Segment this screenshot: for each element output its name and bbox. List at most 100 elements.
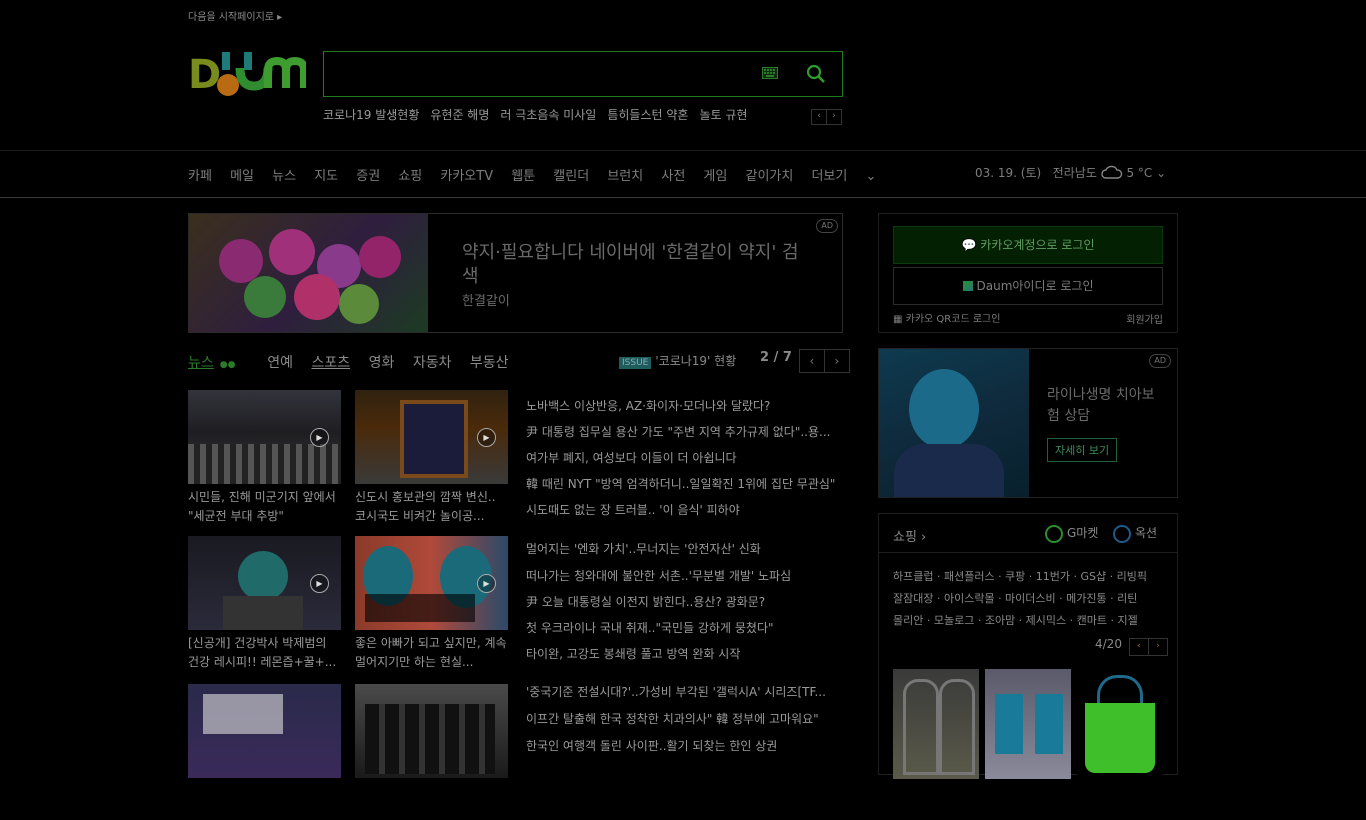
- thumb-caption: 시민들, 진해 미군기지 앞에서 "세균전 부대 추방": [188, 490, 336, 523]
- weather-region: 전라남도: [1052, 166, 1097, 180]
- nav-item-calendar[interactable]: 캘린더: [553, 169, 589, 184]
- nav-item-mail[interactable]: 메일: [230, 169, 254, 184]
- headline-link[interactable]: 여가부 폐지, 여성보다 이들이 더 아쉽니다: [526, 449, 841, 466]
- qr-login-link[interactable]: ▦ 카카오 QR코드 로그인: [893, 310, 1000, 325]
- thumb-image: [188, 684, 341, 778]
- ad-insurance[interactable]: 라이나생명 치아보험 상담 자세히 보기 AD: [878, 348, 1178, 498]
- gmarket-link[interactable]: G마켓: [1045, 524, 1098, 543]
- play-icon: ▶: [310, 574, 329, 593]
- headline-link[interactable]: '중국기준 전설시대?'..가성비 부각된 '갤럭시A' 시리즈[TF...: [526, 683, 841, 700]
- play-icon: ▶: [477, 428, 496, 447]
- headline-link[interactable]: 尹 대통령 집무실 용산 가도 "주변 지역 추가규제 없다"..용...: [526, 423, 841, 440]
- trending-keyword[interactable]: 놀토 규현: [699, 108, 747, 122]
- ad-subtitle: 한결같이: [462, 294, 510, 309]
- trending-prev-button[interactable]: ‹: [811, 109, 827, 125]
- news-prev-button[interactable]: ‹: [798, 349, 825, 373]
- tab-car[interactable]: 자동차: [413, 355, 452, 371]
- news-thumb[interactable]: [188, 684, 341, 820]
- ad-banner[interactable]: 약지·필요합니다 네이버에 '한결같이 약지' 검색 한결같이 AD: [188, 213, 843, 333]
- daum-login-label: Daum아이디로 로그인: [976, 279, 1094, 293]
- cloud-icon: [1100, 165, 1123, 180]
- trending-keyword[interactable]: 유현준 해명: [430, 108, 489, 122]
- trending-nav: ‹ ›: [811, 107, 842, 125]
- gmarket-label: G마켓: [1067, 526, 1099, 540]
- daum-logo-svg: D: [188, 52, 308, 98]
- ad-details-button[interactable]: 자세히 보기: [1047, 438, 1118, 462]
- thumb-image: ▶: [188, 390, 341, 484]
- qr-code-icon: ▦: [893, 314, 906, 325]
- news-thumb[interactable]: ▶ 신도시 홍보관의 깜짝 변신.. 코시국도 비켜간 놀이공...: [355, 390, 508, 526]
- shopping-box: 쇼핑 › G마켓 옥션 하프클럽 · 패션플러스 · 쿠팡 · 11번가 · G…: [878, 513, 1178, 779]
- news-thumb[interactable]: ▶ 좋은 아빠가 되고 싶지만, 계속 멀어지기만 하는 현실...: [355, 536, 508, 672]
- news-next-button[interactable]: ›: [823, 349, 850, 373]
- auction-link[interactable]: 옥션: [1113, 524, 1157, 543]
- issue-link[interactable]: ISSUE '코로나19' 현황: [619, 352, 736, 369]
- shop-product-image[interactable]: [1077, 669, 1163, 779]
- shop-pager: 4/20 ‹ ›: [1095, 637, 1168, 656]
- weather-widget[interactable]: 03. 19. (토) 전라남도 5 °C ⌄: [975, 164, 1166, 181]
- trending-keyword[interactable]: 러 극초음속 미사일: [500, 108, 596, 122]
- nav-item-more[interactable]: 더보기 ⌄: [811, 169, 890, 184]
- headline-link[interactable]: 타이완, 고강도 봉쇄령 풀고 방역 완화 시작: [526, 645, 841, 662]
- search-icon[interactable]: [806, 64, 826, 87]
- keyboard-icon[interactable]: [762, 67, 778, 82]
- nav-item-dictionary[interactable]: 사전: [661, 169, 685, 184]
- trending-next-button[interactable]: ›: [826, 109, 842, 125]
- headline-link[interactable]: 멀어지는 '엔화 가치'..무너지는 '안전자산' 신화: [526, 540, 841, 557]
- trending-keyword[interactable]: 틈히들스턴 약혼: [607, 108, 688, 122]
- issue-text: '코로나19' 현황: [655, 354, 737, 368]
- shop-links-row[interactable]: 잘잠대장 · 아이스락몰 · 마이더스비 · 메가진통 · 리틴: [893, 590, 1168, 606]
- play-icon: ▶: [310, 428, 329, 447]
- nav-item-kakaotv[interactable]: 카카오TV: [440, 169, 493, 184]
- tab-realestate[interactable]: 부동산: [470, 355, 509, 371]
- kakao-login-label: 카카오계정으로 로그인: [980, 238, 1095, 252]
- shop-product-image[interactable]: [985, 669, 1071, 779]
- shopping-title-link[interactable]: 쇼핑 ›: [893, 526, 926, 545]
- tab-sports[interactable]: 스포츠: [312, 355, 351, 371]
- news-thumb[interactable]: ▶ [신공개] 건강박사 박제범의 건강 레시피!! 레몬즙+꿀+...: [188, 536, 341, 672]
- shop-links-row[interactable]: 몰리안 · 모놀로그 · 조아맘 · 제시믹스 · 캔마트 · 지젤: [893, 612, 1168, 628]
- nav-item-cafe[interactable]: 카페: [188, 169, 212, 184]
- nav-more-label: 더보기: [811, 169, 848, 184]
- search-input[interactable]: [334, 60, 758, 88]
- signup-link[interactable]: 회원가입: [1126, 311, 1163, 326]
- shop-next-button[interactable]: ›: [1147, 638, 1168, 656]
- nav-item-together[interactable]: 같이가치: [745, 169, 793, 184]
- headline-link[interactable]: 한국인 여행객 돌린 사이판..활기 되찾는 한인 상권: [526, 737, 841, 754]
- nav-item-game[interactable]: 게임: [703, 169, 727, 184]
- news-thumb[interactable]: ▶ 시민들, 진해 미군기지 앞에서 "세균전 부대 추방": [188, 390, 341, 526]
- headline-link[interactable]: 노바백스 이상반응, AZ·화이자·모더나와 달랐다?: [526, 397, 841, 414]
- shop-prev-button[interactable]: ‹: [1128, 638, 1149, 656]
- nav-item-news[interactable]: 뉴스: [272, 169, 296, 184]
- shop-product-image[interactable]: [893, 669, 979, 779]
- daum-login-button[interactable]: Daum아이디로 로그인: [893, 267, 1163, 305]
- weather-date: 03. 19. (토): [975, 166, 1042, 180]
- kakao-login-button[interactable]: 💬 카카오계정으로 로그인: [893, 226, 1163, 264]
- daum-logo[interactable]: D: [188, 48, 308, 100]
- gmarket-icon: [1045, 524, 1063, 543]
- auction-icon: [1113, 524, 1131, 543]
- news-thumb[interactable]: [355, 684, 508, 820]
- service-nav: 카페 메일 뉴스 지도 증권 쇼핑 카카오TV 웹툰 캘린더 브런치 사전 게임…: [188, 165, 904, 184]
- nav-item-stock[interactable]: 증권: [356, 169, 380, 184]
- ad-insurance-title: 라이나생명 치아보험 상담: [1047, 387, 1155, 424]
- headline-link[interactable]: 尹 오늘 대통령실 이전지 밝힌다..용산? 광화문?: [526, 593, 841, 610]
- ad-badge: AD: [816, 219, 838, 233]
- trending-keywords: 코로나19 발생현황 유현준 해명 러 극초음속 미사일 틈히들스턴 약혼 놀토 규현: [323, 106, 758, 123]
- trending-keyword[interactable]: 코로나19 발생현황: [323, 108, 419, 122]
- headline-link[interactable]: 이프간 탈출해 한국 정착한 치과의사" 韓 정부에 고마워요": [526, 710, 841, 727]
- tab-news[interactable]: 뉴스: [188, 355, 214, 371]
- nav-item-brunch[interactable]: 브런치: [607, 169, 643, 184]
- headline-link[interactable]: 떠나가는 청와대에 불안한 서촌..'무분별 개발' 노파심: [526, 567, 841, 584]
- headline-link[interactable]: 첫 우크라이나 국내 취재.."국민들 강하게 뭉쳤다": [526, 619, 841, 636]
- tab-entertainment[interactable]: 연예: [267, 355, 293, 371]
- tab-dots: ●●: [219, 360, 236, 370]
- headline-link[interactable]: 韓 때린 NYT "방역 엄격하더니..일일확진 1위에 집단 무관심": [526, 475, 841, 492]
- nav-item-map[interactable]: 지도: [314, 169, 338, 184]
- set-start-page-link[interactable]: 다음을 시작페이지로 ▸: [188, 8, 282, 23]
- tab-movie[interactable]: 영화: [369, 355, 395, 371]
- nav-item-shopping[interactable]: 쇼핑: [398, 169, 422, 184]
- shop-links-row[interactable]: 하프클럽 · 패션플러스 · 쿠팡 · 11번가 · GS샵 · 리빙픽: [893, 568, 1168, 584]
- headline-link[interactable]: 시도때도 없는 장 트러블.. '이 음식' 피하야: [526, 501, 841, 518]
- nav-item-webtoon[interactable]: 웹툰: [511, 169, 535, 184]
